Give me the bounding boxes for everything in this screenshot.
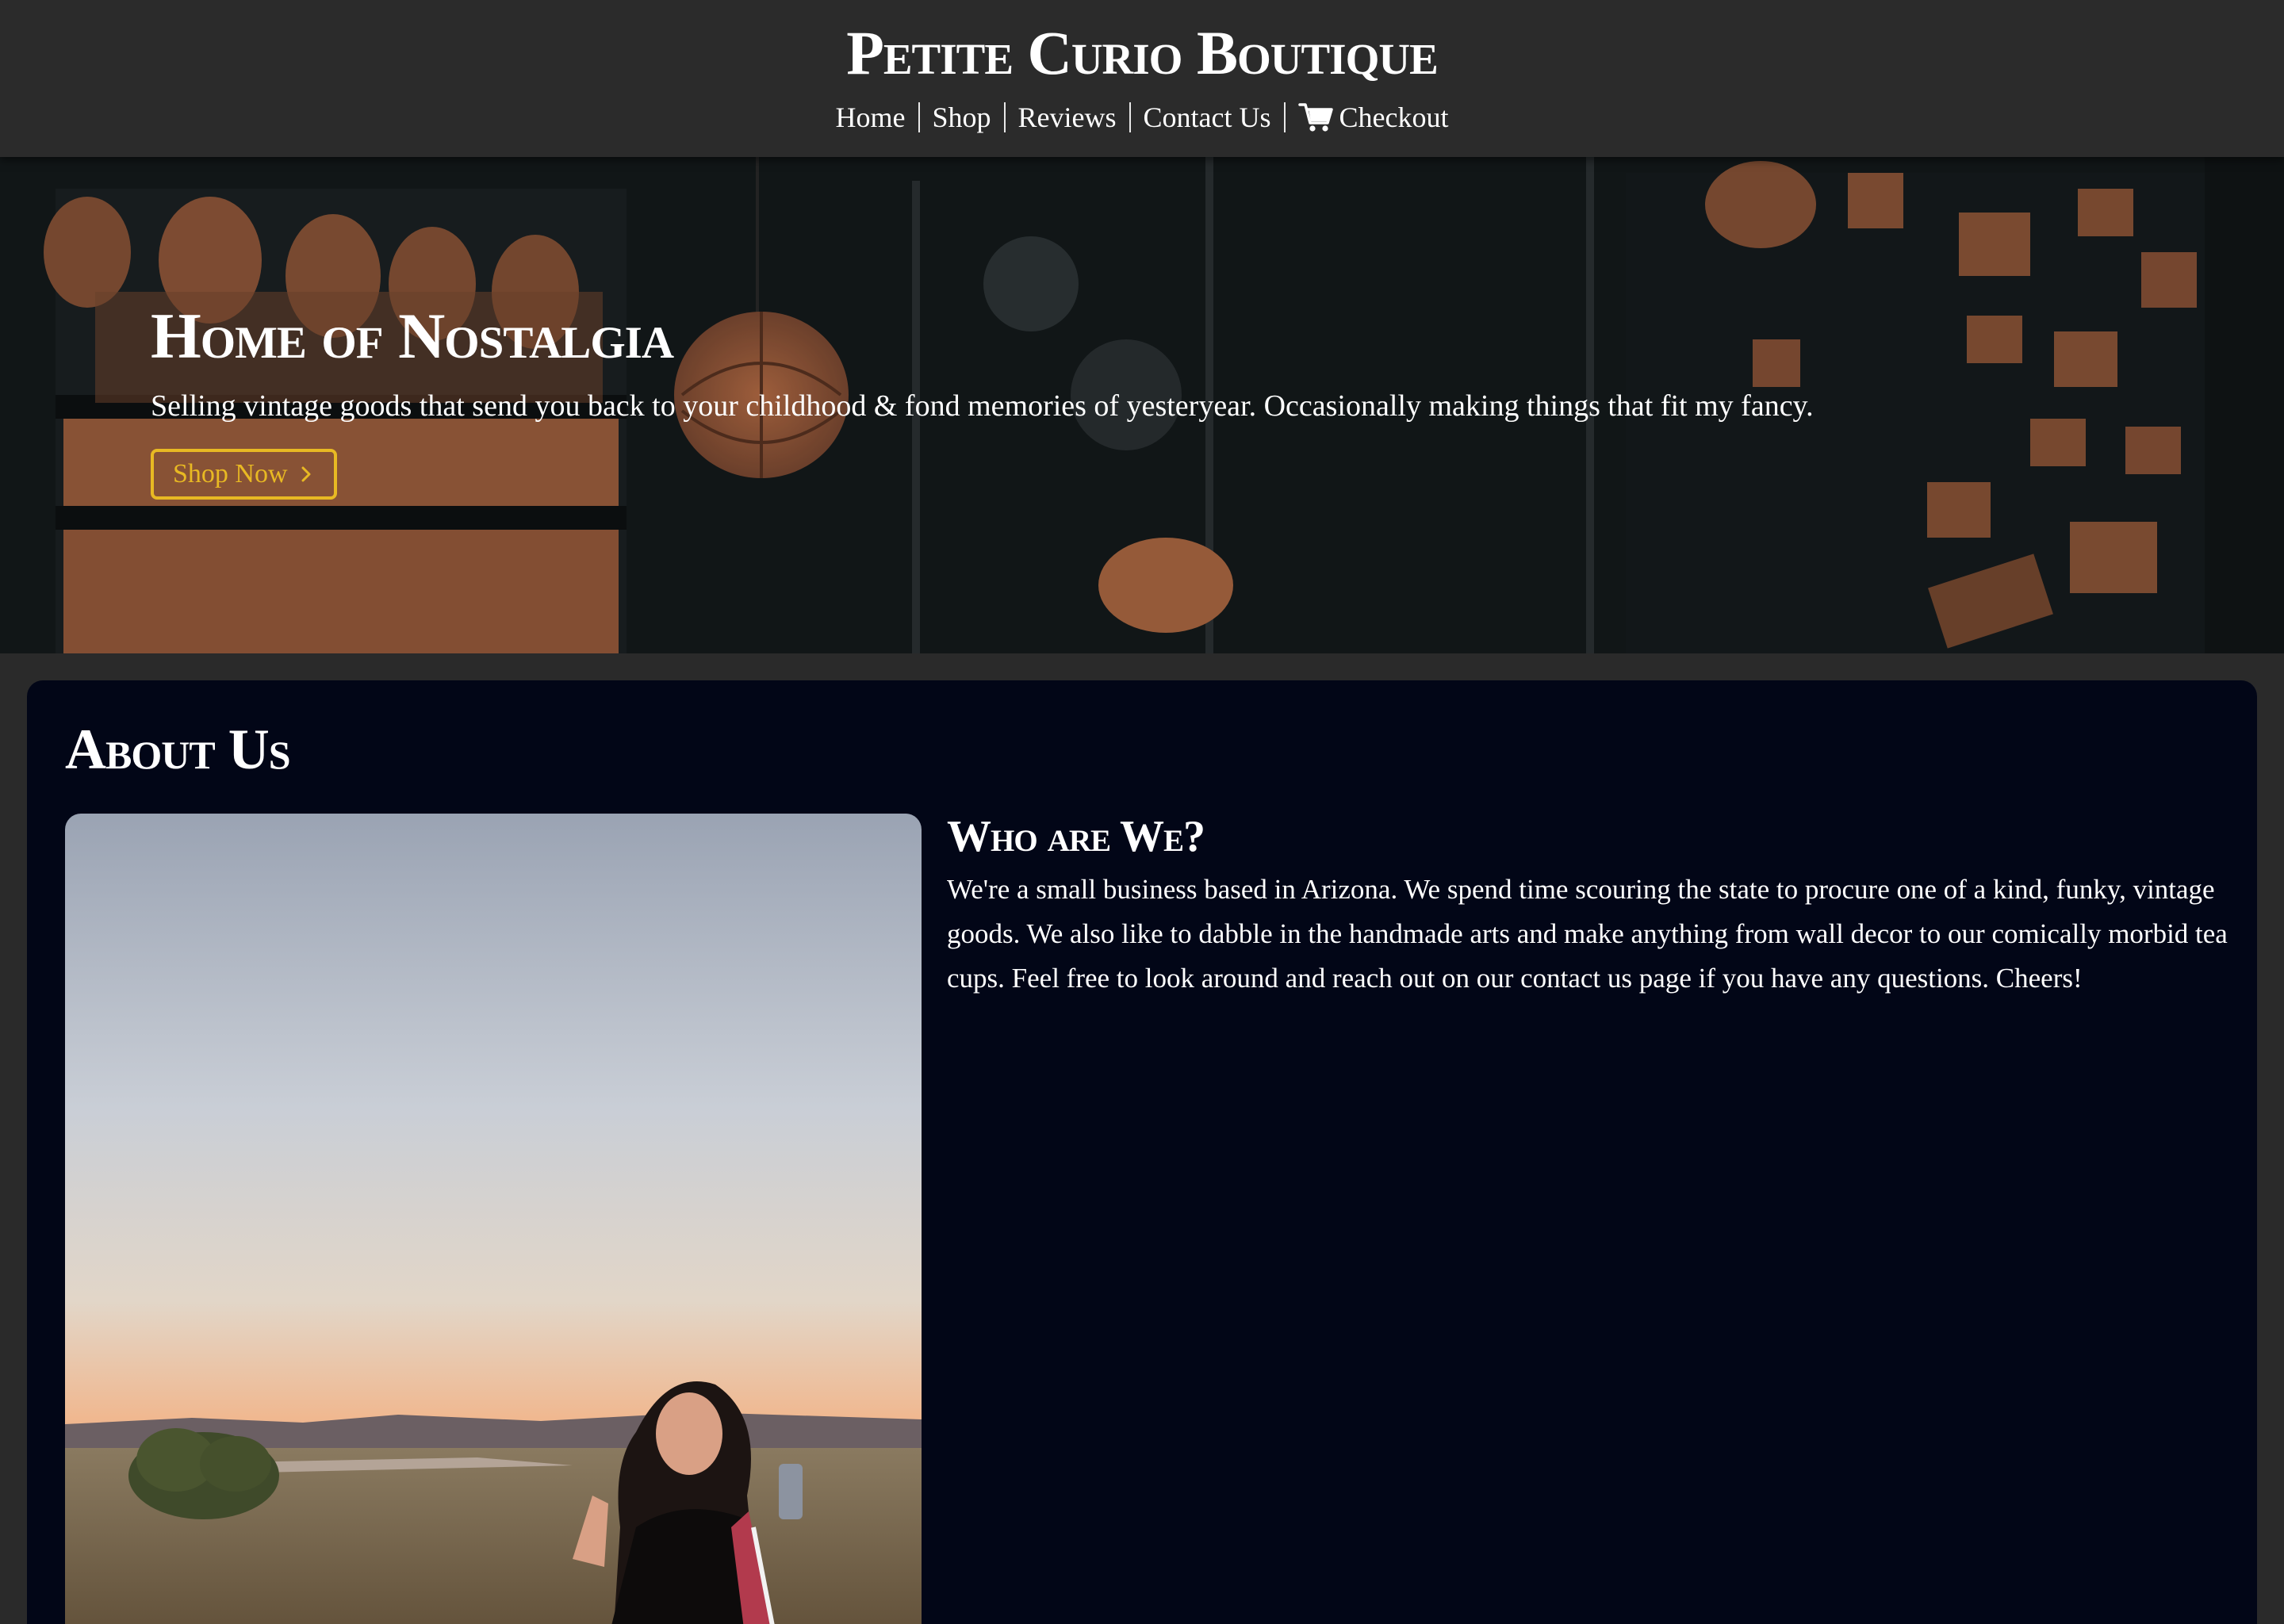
main-nav: Home Shop Reviews Contact Us Checkout [0,94,2284,141]
nav-home[interactable]: Home [823,94,918,141]
nav-shop[interactable]: Shop [920,94,1004,141]
who-are-we-block: Who are We? We're a small business based… [947,809,2232,1001]
brand-title[interactable]: Petite Curio Boutique [0,17,2284,89]
about-section: About Us Who are We? We're a small busin… [27,680,2257,1624]
nav-contact-us[interactable]: Contact Us [1131,94,1284,141]
hero-banner: Home of Nostalgia Selling vintage goods … [0,157,2284,653]
nav-checkout-label: Checkout [1339,102,1449,133]
who-are-we-text: We're a small business based in Arizona.… [947,874,2228,994]
site-header: Petite Curio Boutique Home Shop Reviews … [0,0,2284,157]
shop-now-label: Shop Now [173,459,288,488]
who-are-we-title: Who are We? [947,812,1205,861]
desert-sunset-image [65,814,922,1624]
shop-now-button[interactable]: Shop Now [151,449,337,500]
nav-reviews[interactable]: Reviews [1006,94,1129,141]
about-title: About Us [65,718,290,781]
hero-content: Home of Nostalgia Selling vintage goods … [151,298,2213,500]
chevron-right-icon [301,466,311,482]
nav-checkout[interactable]: Checkout [1286,94,1462,141]
hero-title: Home of Nostalgia [151,300,674,372]
owner-photo [65,814,922,1624]
cart-icon [1297,103,1333,132]
hero-subtitle: Selling vintage goods that send you back… [151,389,1814,423]
